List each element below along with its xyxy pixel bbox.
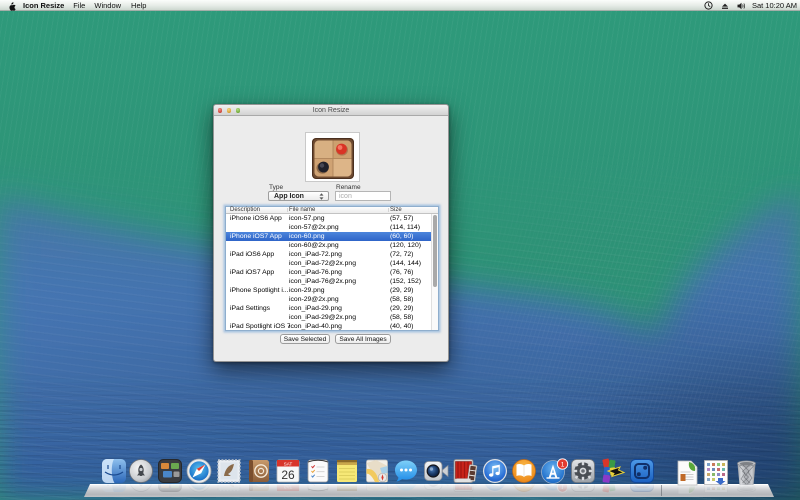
svg-text:SAT: SAT bbox=[284, 462, 293, 467]
svg-text:1: 1 bbox=[561, 461, 565, 468]
svg-text:26: 26 bbox=[281, 468, 295, 482]
